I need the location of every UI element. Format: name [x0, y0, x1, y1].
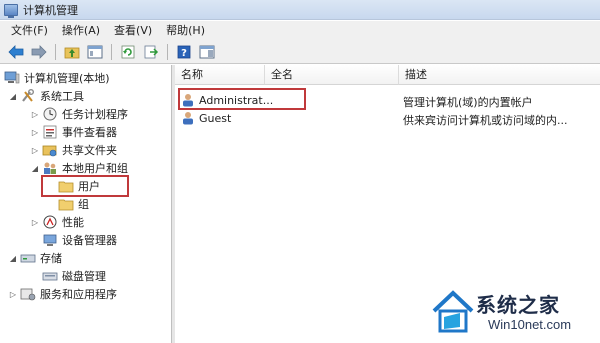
user-description: 管理计算机(域)的内置帐户	[403, 96, 533, 109]
folder-icon	[58, 179, 74, 193]
tree-item-label: 任务计划程序	[62, 108, 128, 121]
folder-up-icon	[64, 47, 80, 58]
tree-item-label: 事件查看器	[62, 126, 117, 139]
tree-item-shared-folders[interactable]: ▷ 共享文件夹	[30, 141, 117, 159]
house-logo-icon	[432, 290, 474, 333]
column-header-fullname[interactable]: 全名	[265, 65, 399, 85]
computer-management-icon	[4, 71, 20, 85]
tree-item-groups[interactable]: 组	[58, 195, 89, 213]
up-level-button[interactable]	[62, 43, 82, 61]
user-icon	[183, 112, 193, 125]
title-bar: 计算机管理	[0, 0, 600, 20]
column-header-description[interactable]: 描述	[399, 65, 600, 85]
console-tree-icon	[87, 45, 103, 58]
tree-item-event-viewer[interactable]: ▷ 事件查看器	[30, 123, 117, 141]
expand-arrow-icon[interactable]: ▷	[30, 218, 40, 227]
menu-view[interactable]: 查看(V)	[107, 21, 159, 40]
storage-icon	[20, 251, 36, 265]
user-name: Administrat...	[199, 93, 274, 107]
collapse-arrow-icon[interactable]: ◢	[8, 92, 18, 101]
disk-management-icon	[42, 269, 58, 283]
user-description: 供来宾访问计算机或访问域的内...	[403, 114, 568, 127]
help-button[interactable]: ?	[174, 43, 194, 61]
tree-item-device-manager[interactable]: 设备管理器	[42, 231, 117, 249]
device-manager-icon	[42, 233, 58, 247]
tree-item-system-tools[interactable]: ◢ 系统工具	[8, 87, 84, 105]
tree-item-computer-management[interactable]: 计算机管理(本地)	[4, 69, 110, 87]
menu-file[interactable]: 文件(F)	[4, 21, 55, 40]
tree-item-label: 本地用户和组	[62, 162, 128, 175]
watermark-title: 系统之家	[476, 293, 560, 317]
refresh-icon	[121, 45, 135, 58]
menu-help[interactable]: 帮助(H)	[159, 21, 212, 40]
console-tree: 计算机管理(本地) ◢ 系统工具 ▷ 任务计划程序 ▷ 事件查看器 ▷ 共享文件…	[0, 65, 172, 343]
column-header-name[interactable]: 名称	[175, 65, 265, 85]
refresh-button[interactable]	[118, 43, 138, 61]
table-row[interactable]: Guest	[181, 109, 231, 127]
tree-item-label: 磁盘管理	[62, 270, 106, 283]
show-action-pane-button[interactable]	[197, 43, 217, 61]
user-icon	[183, 94, 193, 107]
menu-action[interactable]: 操作(A)	[55, 21, 107, 40]
window-title: 计算机管理	[23, 3, 78, 17]
collapse-arrow-icon[interactable]: ◢	[8, 254, 18, 263]
toolbar-separator	[167, 43, 168, 60]
computer-management-icon	[4, 3, 18, 18]
tree-item-label: 计算机管理(本地)	[24, 72, 110, 85]
tree-item-label: 服务和应用程序	[40, 288, 117, 301]
services-icon	[20, 287, 36, 301]
tools-icon	[20, 89, 36, 103]
table-row[interactable]: Administrat...	[181, 91, 273, 109]
toolbar-separator	[111, 43, 112, 60]
clock-icon	[42, 107, 58, 121]
tree-item-performance[interactable]: ▷ 性能	[30, 213, 84, 231]
expand-arrow-icon[interactable]: ▷	[8, 290, 18, 299]
tree-item-services-apps[interactable]: ▷ 服务和应用程序	[8, 285, 117, 303]
tree-item-label: 设备管理器	[62, 234, 117, 247]
tree-item-disk-management[interactable]: 磁盘管理	[42, 267, 106, 285]
arrow-left-icon	[8, 44, 24, 59]
shared-folder-icon	[42, 143, 58, 157]
collapse-arrow-icon[interactable]: ◢	[30, 164, 40, 173]
tree-item-label: 组	[78, 198, 89, 211]
action-pane-icon	[199, 45, 215, 58]
tree-item-storage[interactable]: ◢ 存储	[8, 249, 62, 267]
toolbar-separator	[55, 43, 56, 60]
help-icon: ?	[177, 45, 191, 59]
expand-arrow-icon[interactable]: ▷	[30, 128, 40, 137]
performance-icon	[42, 215, 58, 229]
export-list-button[interactable]	[141, 43, 161, 61]
menu-bar: 文件(F) 操作(A) 查看(V) 帮助(H)	[0, 21, 600, 40]
tree-item-users[interactable]: 用户	[58, 177, 100, 195]
expand-arrow-icon[interactable]: ▷	[30, 146, 40, 155]
tree-item-label: 性能	[62, 216, 84, 229]
toolbar: ?	[0, 40, 600, 64]
users-group-icon	[42, 161, 58, 175]
forward-button[interactable]	[29, 43, 49, 61]
tree-item-label: 用户	[78, 180, 100, 193]
tree-item-label: 存储	[40, 252, 62, 265]
user-name: Guest	[199, 111, 232, 125]
watermark-subtitle: Win10net.com	[488, 317, 572, 332]
tree-item-task-scheduler[interactable]: ▷ 任务计划程序	[30, 105, 128, 123]
back-button[interactable]	[6, 43, 26, 61]
tree-item-label: 共享文件夹	[62, 144, 117, 157]
export-icon	[144, 45, 159, 58]
show-hide-tree-button[interactable]	[85, 43, 105, 61]
tree-item-label: 系统工具	[40, 90, 84, 103]
event-viewer-icon	[42, 125, 58, 139]
svg-text:?: ?	[181, 48, 187, 59]
arrow-right-icon	[31, 44, 47, 59]
folder-icon	[58, 197, 74, 211]
expand-arrow-icon[interactable]: ▷	[30, 110, 40, 119]
watermark-logo: 系统之家 Win10net.com	[430, 285, 600, 343]
